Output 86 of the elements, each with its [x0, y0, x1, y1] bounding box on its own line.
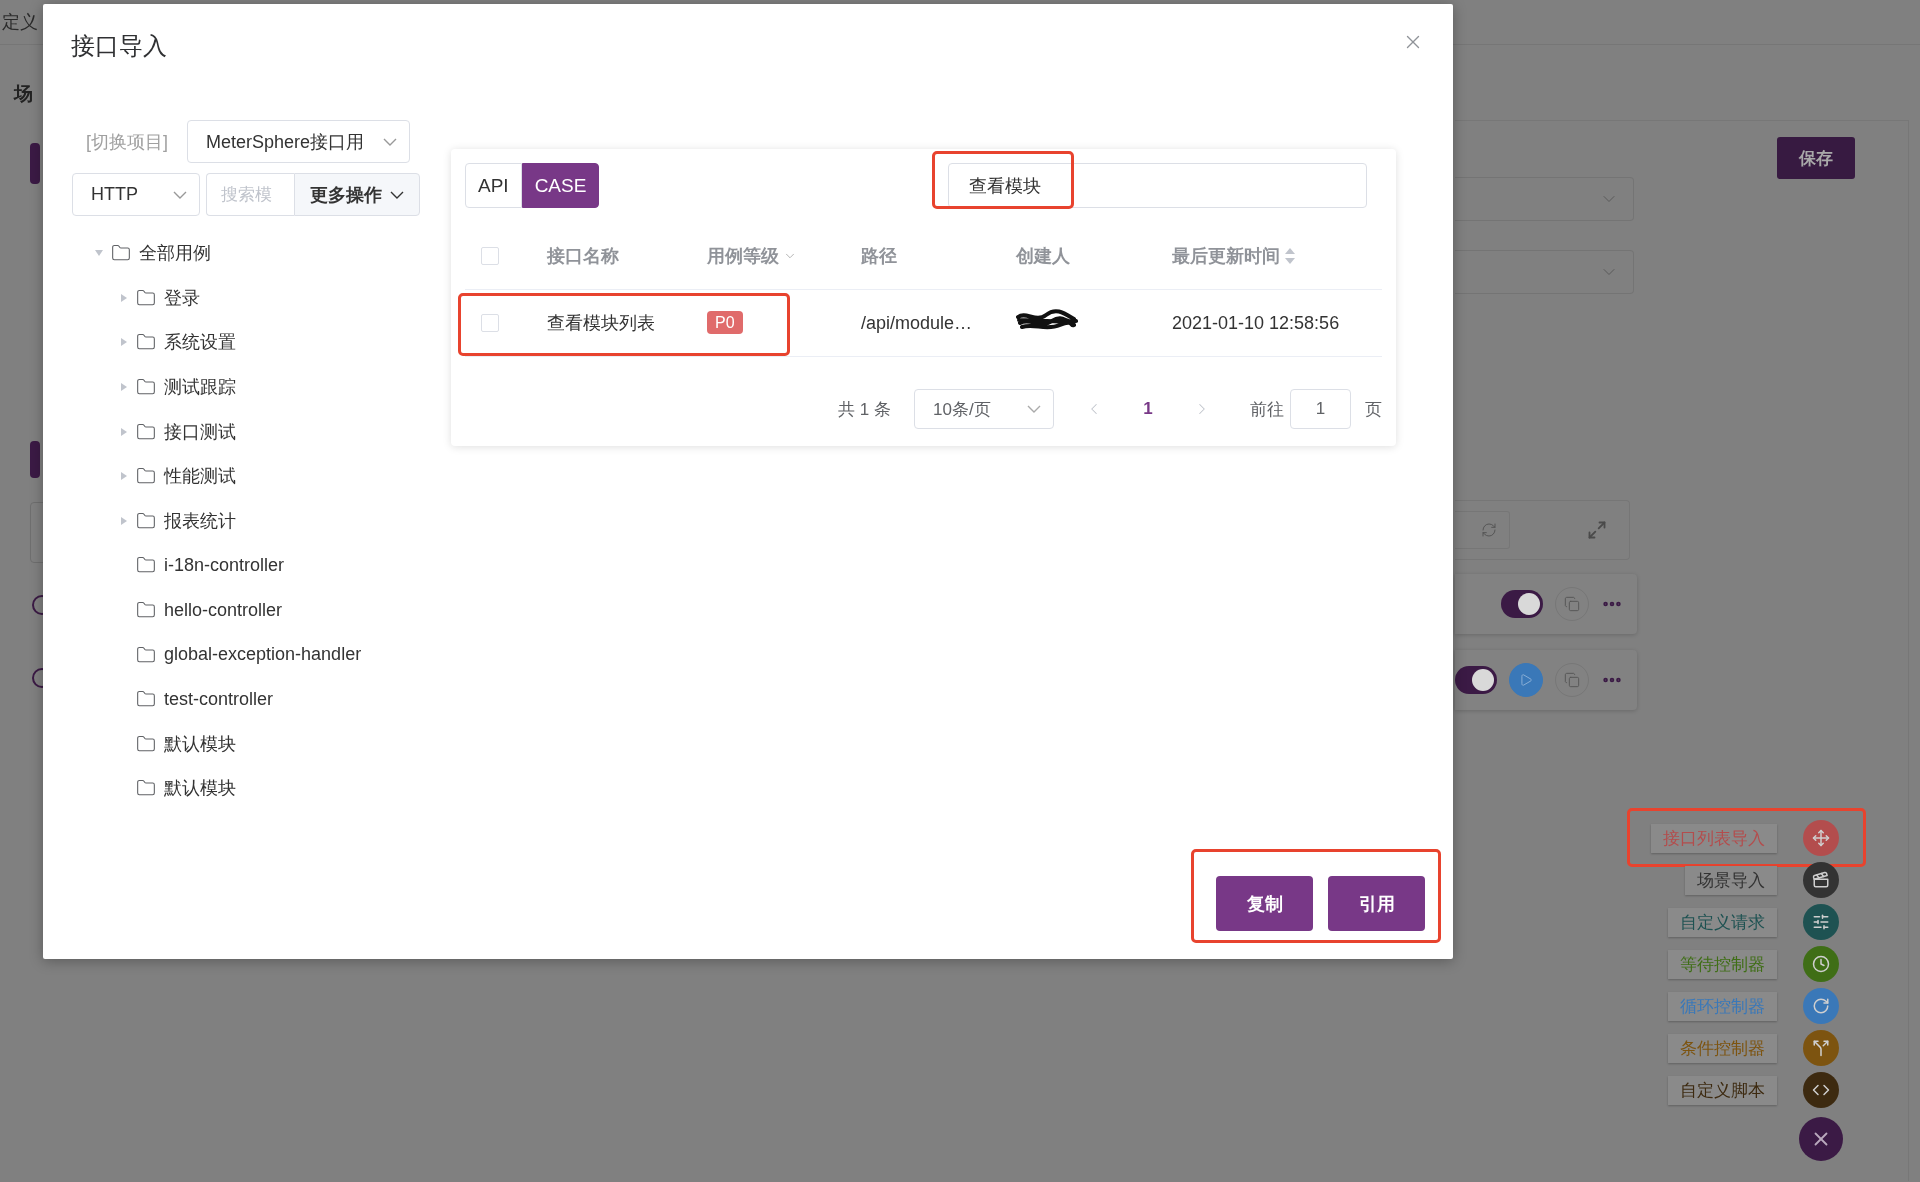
toggle-switch[interactable]: [1501, 590, 1543, 618]
more-actions-button[interactable]: 更多操作: [294, 173, 420, 216]
accent-bar: [30, 143, 40, 184]
sliders-icon: [1812, 913, 1830, 931]
folder-icon: [136, 733, 156, 754]
chevron-icon: [1027, 405, 1041, 413]
clock-icon: [1812, 955, 1830, 973]
tree-item[interactable]: global-exception-handler: [164, 644, 362, 666]
copy-icon: [1564, 596, 1580, 612]
refresh-button[interactable]: [1455, 511, 1510, 549]
folder-icon: [136, 287, 156, 308]
goto-label: 前往: [1250, 398, 1284, 421]
protocol-select[interactable]: HTTP: [72, 173, 200, 216]
folder-icon: [136, 510, 156, 531]
page-size-select[interactable]: 10条/页: [914, 389, 1054, 429]
action-button[interactable]: 引用: [1328, 876, 1425, 931]
search-field[interactable]: 查看模块: [948, 163, 1368, 208]
menu-label[interactable]: 场景导入: [1685, 865, 1777, 895]
chevron-icon: [173, 190, 187, 199]
column-header: 用例等级: [707, 244, 779, 268]
tree-item[interactable]: test-controller: [164, 688, 274, 710]
page-button[interactable]: 1: [1128, 389, 1168, 429]
table-cell-text: /api/module…: [861, 312, 974, 334]
move-icon: [1812, 829, 1830, 847]
caret-icon[interactable]: [119, 426, 129, 437]
table-cell-text: 查看模块列表: [547, 312, 656, 335]
play-button[interactable]: [1509, 663, 1543, 697]
tree-item[interactable]: 默认模块: [164, 731, 236, 756]
accent-bar: [30, 441, 40, 478]
tab[interactable]: API: [465, 163, 522, 208]
fork-icon: [1812, 1039, 1830, 1057]
page-title: 定义: [2, 11, 38, 34]
menu-label[interactable]: 自定义脚本: [1668, 1075, 1777, 1105]
tree-item[interactable]: i-18n-controller: [164, 554, 285, 576]
caret-icon[interactable]: [119, 515, 129, 526]
level-tag: P0: [707, 311, 743, 334]
column-header: 最后更新时间: [1172, 244, 1280, 268]
folder-icon: [136, 421, 156, 442]
menu-action-button[interactable]: [1803, 862, 1839, 898]
copy-icon: [1564, 672, 1580, 688]
action-button[interactable]: 复制: [1216, 876, 1313, 931]
toggle-switch[interactable]: [1455, 666, 1497, 694]
dialog-title: 接口导入: [71, 31, 167, 61]
section-title: 场: [14, 82, 33, 106]
play-icon: [1519, 673, 1533, 687]
column-header: 创建人: [1016, 244, 1070, 268]
sort-icon[interactable]: [1284, 246, 1296, 265]
tab[interactable]: CASE: [521, 163, 600, 208]
rotate-icon: [1812, 997, 1830, 1015]
checkbox[interactable]: [481, 246, 499, 265]
select-field[interactable]: [1455, 177, 1634, 221]
caret-icon[interactable]: [119, 382, 129, 393]
tree-item[interactable]: 登录: [164, 285, 200, 310]
tree-item[interactable]: 全部用例: [139, 241, 211, 266]
project-label: [切换项目]: [85, 130, 168, 154]
chevron-icon: [390, 190, 404, 199]
tree-item[interactable]: 性能测试: [164, 464, 236, 489]
caret-icon[interactable]: [119, 337, 129, 348]
total-count: 共 1 条: [838, 398, 891, 421]
caret-icon[interactable]: [119, 471, 129, 482]
clapperboard-icon: [1812, 871, 1830, 889]
close-menu-button[interactable]: [1799, 1117, 1843, 1161]
select-field[interactable]: [1455, 250, 1634, 294]
menu-action-button[interactable]: [1803, 904, 1839, 940]
project-select[interactable]: MeterSphere接口用: [187, 120, 410, 163]
refresh-icon: [1481, 522, 1497, 538]
column-header: 路径: [861, 244, 897, 268]
chevron-icon: [383, 137, 397, 146]
column-header: 接口名称: [547, 244, 619, 268]
tree-item[interactable]: 测试跟踪: [164, 375, 236, 400]
menu-action-button[interactable]: [1803, 946, 1839, 982]
folder-icon: [136, 644, 156, 665]
checkbox[interactable]: [481, 314, 499, 332]
tree-item[interactable]: 报表统计: [164, 508, 236, 533]
search-field[interactable]: 搜索模: [206, 173, 294, 216]
expand-icon[interactable]: [1587, 520, 1607, 540]
page-suffix: 页: [1365, 398, 1382, 421]
tree-item[interactable]: 系统设置: [164, 330, 236, 355]
tree-item[interactable]: 接口测试: [164, 419, 236, 444]
menu-action-button[interactable]: [1803, 1072, 1839, 1108]
page-input[interactable]: 1: [1290, 389, 1351, 429]
save-button[interactable]: 保存: [1777, 137, 1855, 179]
tree-item[interactable]: 默认模块: [164, 776, 236, 801]
tree-item[interactable]: hello-controller: [164, 599, 283, 621]
caret-icon[interactable]: [119, 292, 129, 303]
table-cell-text: 2021-01-10 12:58:56: [1172, 312, 1341, 334]
